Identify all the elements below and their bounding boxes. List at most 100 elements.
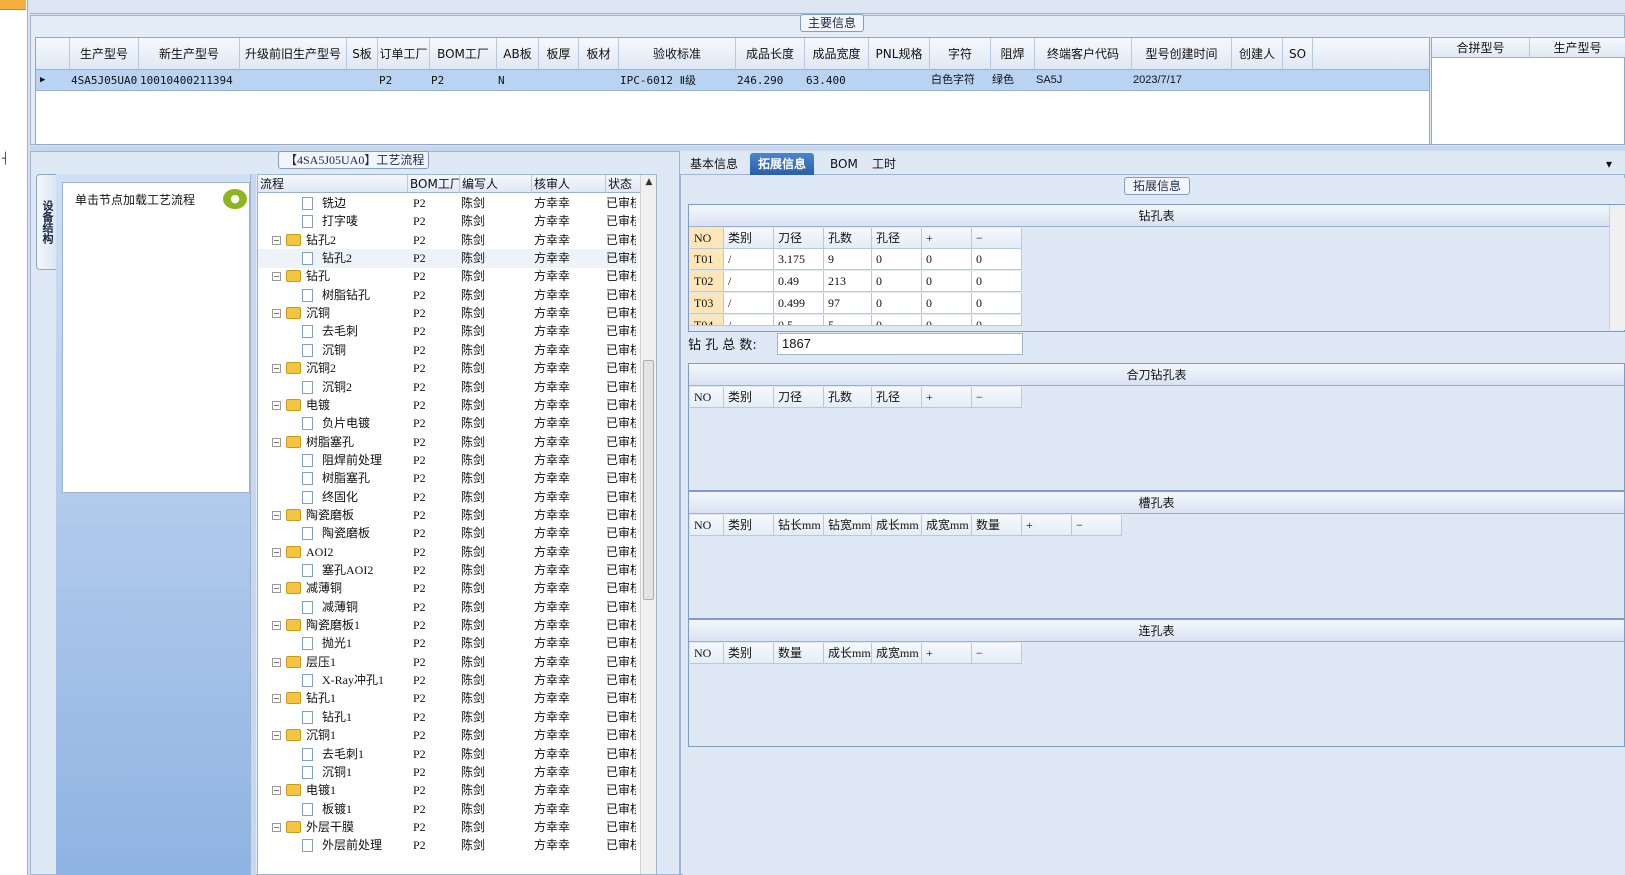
- tree-row[interactable]: 塞孔AOI2 P2 陈剑 方幸幸 已审核: [258, 561, 638, 580]
- tree-row[interactable]: − 钻孔1 P2 陈剑 方幸幸 已审核: [258, 689, 638, 708]
- col-header[interactable]: 新生产型号: [139, 38, 240, 70]
- mini-cell[interactable]: 0: [922, 271, 972, 292]
- tree-row[interactable]: − 沉铜1 P2 陈剑 方幸幸 已审核: [258, 726, 638, 745]
- mini-cell[interactable]: 9: [824, 249, 872, 270]
- mini-col-header[interactable]: 成宽mm: [872, 643, 922, 664]
- tree-row[interactable]: − 层压1 P2 陈剑 方幸幸 已审核: [258, 653, 638, 672]
- mini-col-header[interactable]: 数量: [972, 515, 1022, 536]
- tree-row[interactable]: 去毛刺1 P2 陈剑 方幸幸 已审核: [258, 745, 638, 764]
- tree-row[interactable]: − 减薄铜 P2 陈剑 方幸幸 已审核: [258, 579, 638, 598]
- col-header[interactable]: 板材: [579, 38, 619, 70]
- collapse-icon[interactable]: −: [272, 584, 281, 594]
- cell[interactable]: 10010400211394: [140, 70, 239, 91]
- tree-row[interactable]: X-Ray冲孔1 P2 陈剑 方幸幸 已审核: [258, 671, 638, 690]
- tab-bom[interactable]: BOM: [822, 153, 866, 175]
- tree-row[interactable]: − 陶瓷磨板 P2 陈剑 方幸幸 已审核: [258, 506, 638, 525]
- tree-row[interactable]: − 电镀 P2 陈剑 方幸幸 已审核: [258, 396, 638, 415]
- collapse-icon[interactable]: −: [272, 621, 281, 631]
- tree-row[interactable]: − 沉铜2 P2 陈剑 方幸幸 已审核: [258, 359, 638, 378]
- mini-cell[interactable]: /: [724, 249, 774, 270]
- drill-table-scrollbar[interactable]: [1609, 205, 1625, 330]
- mini-cell[interactable]: 0: [872, 249, 922, 270]
- tree-row[interactable]: 减薄铜 P2 陈剑 方幸幸 已审核: [258, 598, 638, 617]
- mini-col-header[interactable]: +: [1022, 515, 1072, 536]
- mini-cell[interactable]: 213: [824, 271, 872, 292]
- mini-col-header[interactable]: 刀径: [774, 387, 824, 408]
- cell[interactable]: 绿色: [992, 70, 1034, 91]
- col-header[interactable]: 创建人: [1232, 38, 1283, 70]
- tree-row[interactable]: − 电镀1 P2 陈剑 方幸幸 已审核: [258, 781, 638, 800]
- mini-col-header[interactable]: +: [922, 387, 972, 408]
- col-header[interactable]: 生产型号: [70, 38, 139, 70]
- mini-cell[interactable]: 0: [922, 249, 972, 270]
- cell[interactable]: 246.290: [737, 70, 804, 91]
- col-process[interactable]: 流程: [258, 175, 408, 193]
- col-header[interactable]: 订单工厂: [378, 38, 430, 70]
- mini-cell[interactable]: 0: [872, 293, 922, 314]
- tree-row[interactable]: 去毛刺 P2 陈剑 方幸幸 已审核: [258, 322, 638, 341]
- col-header[interactable]: 成品长度: [736, 38, 805, 70]
- cell[interactable]: N: [498, 70, 538, 91]
- mini-col-header[interactable]: −: [1072, 515, 1122, 536]
- mini-cell[interactable]: /: [724, 315, 774, 326]
- mini-cell[interactable]: T03: [690, 293, 724, 314]
- tab-work-hours[interactable]: 工时: [864, 153, 904, 175]
- cell[interactable]: 2023/7/17: [1133, 70, 1231, 91]
- node-box[interactable]: 单击节点加载工艺流程 ●: [62, 182, 250, 493]
- tree-row[interactable]: 阻焊前处理 P2 陈剑 方幸幸 已审核: [258, 451, 638, 470]
- tree-row[interactable]: − 钻孔2 P2 陈剑 方幸幸 已审核: [258, 231, 638, 250]
- collapse-icon[interactable]: −: [272, 235, 281, 245]
- mini-col-header[interactable]: 类别: [724, 643, 774, 664]
- collapse-icon[interactable]: −: [272, 309, 281, 319]
- tree-row[interactable]: 打字唛 P2 陈剑 方幸幸 已审核: [258, 212, 638, 231]
- tabs-dropdown-icon[interactable]: ▾: [1606, 153, 1612, 175]
- tree-row[interactable]: 负片电镀 P2 陈剑 方幸幸 已审核: [258, 414, 638, 433]
- drill-total-field[interactable]: 1867: [777, 333, 1023, 355]
- collapse-icon[interactable]: −: [272, 510, 281, 520]
- col-header[interactable]: 阻焊: [991, 38, 1035, 70]
- tree-row[interactable]: 抛光1 P2 陈剑 方幸幸 已审核: [258, 634, 638, 653]
- tree-row[interactable]: − 钻孔 P2 陈剑 方幸幸 已审核: [258, 267, 638, 286]
- mini-cell[interactable]: 0: [922, 293, 972, 314]
- col-header[interactable]: AB板: [497, 38, 539, 70]
- mini-cell[interactable]: 3.175: [774, 249, 824, 270]
- col-reviewer[interactable]: 核审人: [532, 175, 606, 193]
- tab-extended-info[interactable]: 拓展信息: [750, 153, 815, 175]
- chat-bubble-icon[interactable]: ●: [223, 189, 247, 209]
- tree-row[interactable]: − 树脂塞孔 P2 陈剑 方幸幸 已审核: [258, 433, 638, 452]
- scroll-up-icon[interactable]: ▲: [643, 175, 655, 189]
- col-header[interactable]: BOM工厂: [430, 38, 497, 70]
- tree-row[interactable]: 沉铜1 P2 陈剑 方幸幸 已审核: [258, 763, 638, 782]
- mini-col-header[interactable]: 孔数: [824, 387, 872, 408]
- col-header[interactable]: 字符: [930, 38, 991, 70]
- mini-cell[interactable]: T04: [690, 315, 724, 326]
- cell[interactable]: P2: [379, 70, 429, 91]
- collapse-icon[interactable]: −: [272, 547, 281, 557]
- mini-cell[interactable]: 5: [824, 315, 872, 326]
- mini-cell[interactable]: 0: [872, 315, 922, 326]
- col-header[interactable]: 成品宽度: [805, 38, 869, 70]
- mini-col-header[interactable]: +: [922, 643, 972, 664]
- mini-col-header[interactable]: 孔数: [824, 228, 872, 249]
- tree-row[interactable]: 沉铜 P2 陈剑 方幸幸 已审核: [258, 341, 638, 360]
- col-header[interactable]: 升级前旧生产型号: [240, 38, 347, 70]
- mini-col-header[interactable]: NO: [690, 643, 724, 664]
- tree-row[interactable]: 树脂塞孔 P2 陈剑 方幸幸 已审核: [258, 469, 638, 488]
- mini-col-header[interactable]: −: [972, 228, 1022, 249]
- mini-cell[interactable]: /: [724, 293, 774, 314]
- cell[interactable]: SA5J: [1036, 70, 1131, 91]
- col-header[interactable]: 验收标准: [619, 38, 736, 70]
- mini-col-header[interactable]: NO: [690, 515, 724, 536]
- mini-col-header[interactable]: 成长mm: [872, 515, 922, 536]
- col-header[interactable]: 板厚: [539, 38, 579, 70]
- col-header[interactable]: 型号创建时间: [1132, 38, 1232, 70]
- mini-col-header[interactable]: 类别: [724, 387, 774, 408]
- mini-col-header[interactable]: 孔径: [872, 228, 922, 249]
- collapse-icon[interactable]: −: [272, 437, 281, 447]
- mini-col-header[interactable]: 数量: [774, 643, 824, 664]
- merge-model-grid[interactable]: 合拼型号 生产型号: [1431, 37, 1625, 145]
- tree-row[interactable]: − 陶瓷磨板1 P2 陈剑 方幸幸 已审核: [258, 616, 638, 635]
- tree-scrollbar[interactable]: ▲: [640, 175, 656, 874]
- collapse-icon[interactable]: −: [272, 364, 281, 374]
- tree-row[interactable]: 终固化 P2 陈剑 方幸幸 已审核: [258, 488, 638, 507]
